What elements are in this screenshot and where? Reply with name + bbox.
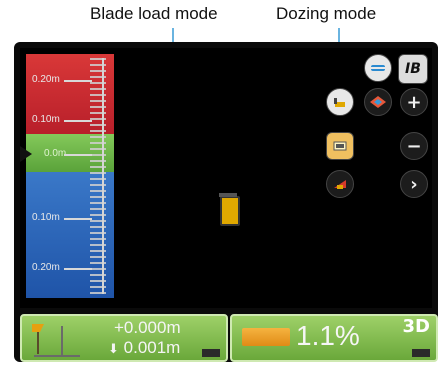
scale-marker (64, 154, 92, 156)
slope-blade-icon (242, 328, 290, 346)
scale-axis (102, 58, 104, 294)
dozing-mode-icon (334, 98, 345, 107)
scale-marker (64, 120, 92, 122)
elevation-value: +0.000m (114, 318, 181, 337)
grade-pointer-icon (20, 146, 32, 162)
zoom-out-button[interactable]: − (400, 132, 428, 160)
grade-scale: 0.20m 0.10m 0.0m 0.10m 0.20m (20, 54, 114, 298)
minus-icon: − (406, 135, 422, 157)
dozing-mode-button[interactable] (326, 88, 354, 116)
plan-view-icon (370, 96, 386, 108)
cut-fill-value-row: ⬇ 0.001m (108, 338, 180, 358)
scale-marker (64, 218, 92, 220)
slope-value: 1.1% (296, 320, 360, 351)
machine-elevation-icon (32, 324, 80, 357)
scale-marker (64, 80, 92, 82)
zoom-in-button[interactable]: + (400, 88, 428, 116)
machine-guidance-screen: 0.20m 0.10m 0.0m 0.10m 0.20m IB + − › (20, 48, 432, 308)
dozing-mode-callout: Dozing mode (276, 4, 377, 23)
ib-label: IB (405, 61, 421, 77)
scale-label-zero: 0.0m (44, 148, 67, 159)
scale-marker (64, 268, 92, 270)
slope-panel[interactable]: 1.1% 3D (230, 314, 438, 362)
panel-tag (202, 349, 220, 357)
3d-mode-badge: 3D (402, 316, 430, 337)
surface-view-button[interactable] (364, 54, 392, 82)
plan-view-button[interactable] (364, 88, 392, 116)
plus-icon: + (406, 91, 422, 113)
scale-label-plus-020: 0.20m (32, 74, 60, 85)
blade-load-mode-button[interactable] (326, 132, 354, 160)
surface-view-icon (371, 65, 385, 71)
blade-load-icon (333, 141, 347, 151)
scale-label-plus-010: 0.10m (32, 114, 60, 125)
scale-label-minus-020: 0.20m (32, 262, 60, 273)
blade-load-mode-callout: Blade load mode (90, 4, 218, 23)
cut-fill-value: 0.001m (123, 338, 181, 357)
dozer-icon (219, 193, 240, 226)
tilt-mode-button[interactable] (326, 170, 354, 198)
dozer-blade (219, 193, 237, 197)
panel-tag (412, 349, 430, 357)
scale-label-minus-010: 0.10m (32, 212, 60, 223)
down-arrow-icon: ⬇ (108, 341, 119, 356)
tilt-mode-icon (334, 180, 346, 189)
elevation-panel[interactable]: +0.000m ⬇ 0.001m (20, 314, 228, 362)
ib-button[interactable]: IB (398, 54, 428, 84)
next-button[interactable]: › (400, 170, 428, 198)
chevron-right-icon: › (410, 173, 418, 195)
